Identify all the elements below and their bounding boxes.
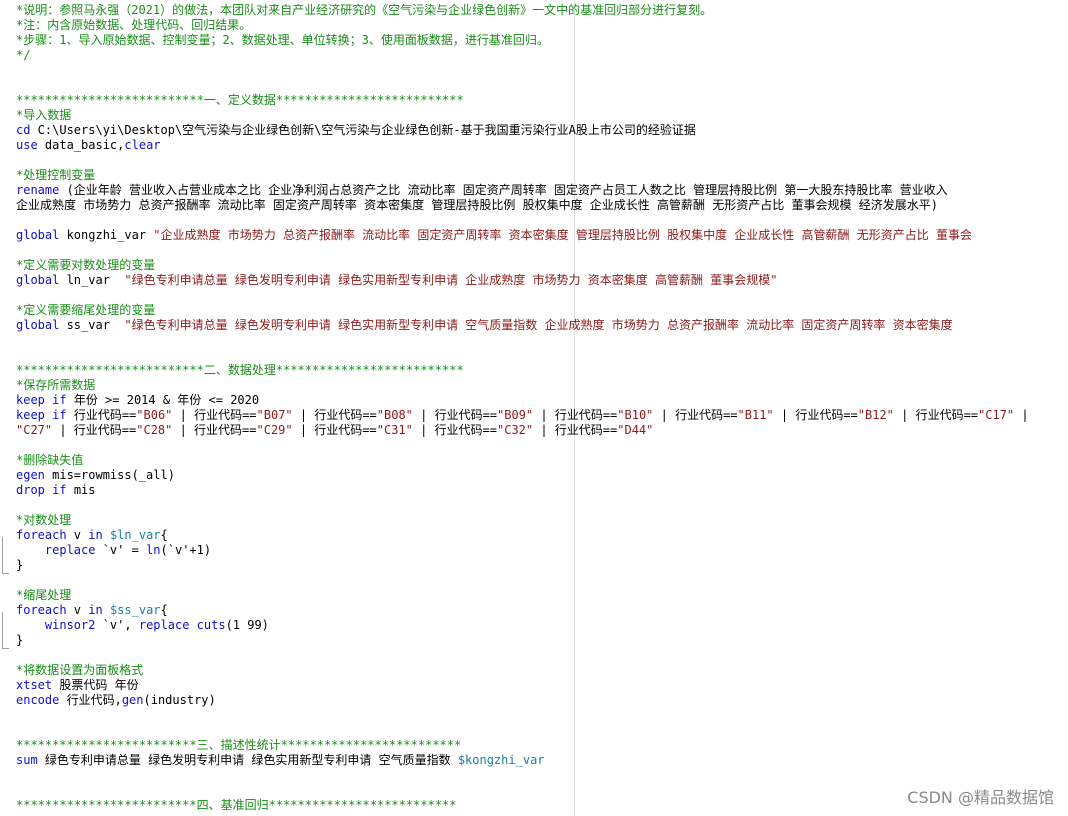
- code-editor[interactable]: *说明：参照马永强（2021）的做法，本团队对来自产业经济研究的《空气污染与企业…: [0, 0, 1068, 816]
- code-line[interactable]: [16, 708, 1068, 723]
- code-line[interactable]: *保存所需数据: [16, 378, 1068, 393]
- code-line[interactable]: use data_basic,clear: [16, 138, 1068, 153]
- code-line[interactable]: foreach v in $ss_var{: [16, 603, 1068, 618]
- code-line[interactable]: cd C:\Users\yi\Desktop\空气污染与企业绿色创新\空气污染与…: [16, 123, 1068, 138]
- code-line[interactable]: *将数据设置为面板格式: [16, 663, 1068, 678]
- code-line[interactable]: [16, 213, 1068, 228]
- code-line[interactable]: *导入数据: [16, 108, 1068, 123]
- code-line[interactable]: "C27" | 行业代码=="C28" | 行业代码=="C29" | 行业代码…: [16, 423, 1068, 438]
- code-line[interactable]: [16, 723, 1068, 738]
- code-line[interactable]: global ln_var "绿色专利申请总量 绿色发明专利申请 绿色实用新型专…: [16, 273, 1068, 288]
- code-line[interactable]: *缩尾处理: [16, 588, 1068, 603]
- code-line[interactable]: [16, 573, 1068, 588]
- fold-gutter: [0, 0, 12, 816]
- code-line[interactable]: [16, 498, 1068, 513]
- code-line[interactable]: [16, 438, 1068, 453]
- code-line[interactable]: [16, 348, 1068, 363]
- code-line[interactable]: */: [16, 48, 1068, 63]
- code-line[interactable]: *说明：参照马永强（2021）的做法，本团队对来自产业经济研究的《空气污染与企业…: [16, 3, 1068, 18]
- code-line[interactable]: egen mis=rowmiss(_all): [16, 468, 1068, 483]
- code-line[interactable]: global ss_var "绿色专利申请总量 绿色发明专利申请 绿色实用新型专…: [16, 318, 1068, 333]
- code-line[interactable]: [16, 153, 1068, 168]
- code-line[interactable]: replace `v' = ln(`v'+1): [16, 543, 1068, 558]
- code-line[interactable]: drop if mis: [16, 483, 1068, 498]
- code-line[interactable]: winsor2 `v', replace cuts(1 99): [16, 618, 1068, 633]
- code-line[interactable]: **************************一、定义数据********…: [16, 93, 1068, 108]
- fold-end-foreach-1: [2, 566, 9, 574]
- code-line[interactable]: *定义需要对数处理的变量: [16, 258, 1068, 273]
- code-line[interactable]: [16, 243, 1068, 258]
- code-line[interactable]: }: [16, 558, 1068, 573]
- code-line[interactable]: rename (企业年龄 营业收入占营业成本之比 企业净利润占总资产之比 流动比…: [16, 183, 1068, 198]
- code-line[interactable]: xtset 股票代码 年份: [16, 678, 1068, 693]
- code-line[interactable]: [16, 768, 1068, 783]
- code-line[interactable]: *步骤：1、导入原始数据、控制变量；2、数据处理、单位转换；3、使用面板数据，进…: [16, 33, 1068, 48]
- code-line[interactable]: sum 绿色专利申请总量 绿色发明专利申请 绿色实用新型专利申请 空气质量指数 …: [16, 753, 1068, 768]
- code-line[interactable]: [16, 63, 1068, 78]
- code-line[interactable]: }: [16, 633, 1068, 648]
- code-lines[interactable]: *说明：参照马永强（2021）的做法，本团队对来自产业经济研究的《空气污染与企业…: [16, 3, 1068, 813]
- code-line[interactable]: encode 行业代码,gen(industry): [16, 693, 1068, 708]
- code-line[interactable]: global kongzhi_var "企业成熟度 市场势力 总资产报酬率 流动…: [16, 228, 1068, 243]
- code-line[interactable]: keep if 行业代码=="B06" | 行业代码=="B07" | 行业代码…: [16, 408, 1068, 423]
- code-line[interactable]: *定义需要缩尾处理的变量: [16, 303, 1068, 318]
- code-line[interactable]: *处理控制变量: [16, 168, 1068, 183]
- code-line[interactable]: foreach v in $ln_var{: [16, 528, 1068, 543]
- code-line[interactable]: 企业成熟度 市场势力 总资产报酬率 流动比率 固定资产周转率 资本密集度 管理层…: [16, 198, 1068, 213]
- code-line[interactable]: *注：内含原始数据、处理代码、回归结果。: [16, 18, 1068, 33]
- code-line[interactable]: *************************三、描述性统计********…: [16, 738, 1068, 753]
- code-line[interactable]: *对数处理: [16, 513, 1068, 528]
- code-line[interactable]: keep if 年份 >= 2014 & 年份 <= 2020: [16, 393, 1068, 408]
- code-line[interactable]: [16, 78, 1068, 93]
- code-line[interactable]: **************************二、数据处理********…: [16, 363, 1068, 378]
- code-line[interactable]: *删除缺失值: [16, 453, 1068, 468]
- code-line[interactable]: [16, 648, 1068, 663]
- csdn-watermark: CSDN @精品数据馆: [907, 788, 1054, 807]
- fold-end-foreach-2: [2, 641, 9, 649]
- code-line[interactable]: [16, 333, 1068, 348]
- code-line[interactable]: [16, 288, 1068, 303]
